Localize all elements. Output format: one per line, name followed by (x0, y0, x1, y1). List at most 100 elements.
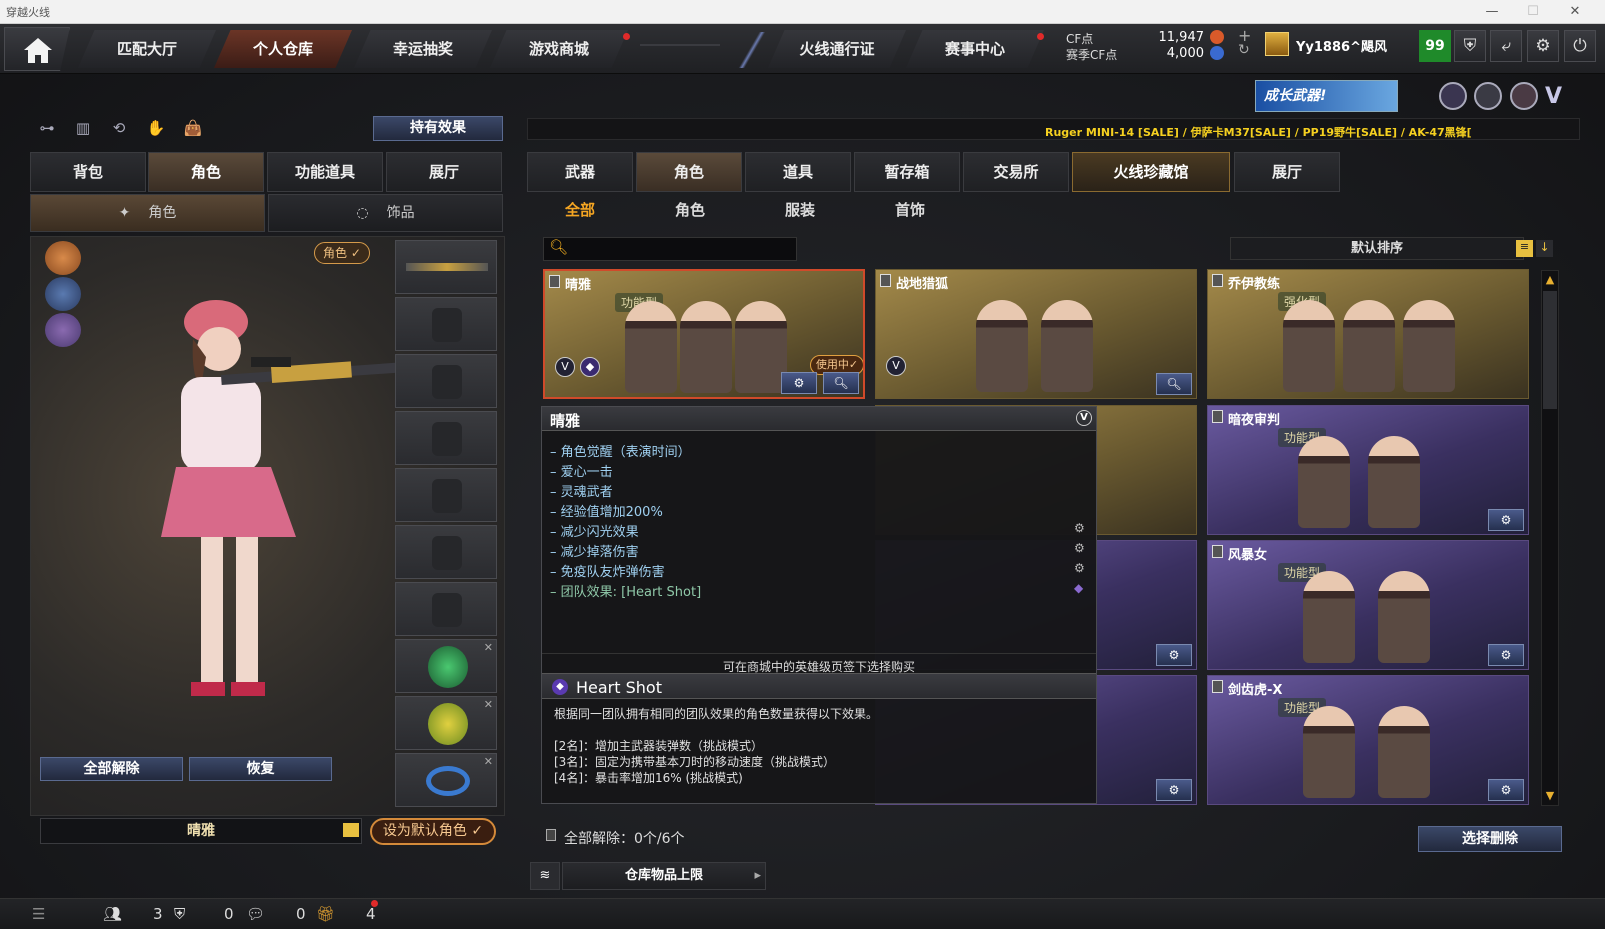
username[interactable]: Yy1886^飓风 (1296, 36, 1387, 55)
settings-gear-icon[interactable]: ⚙ (1527, 30, 1559, 62)
leg-slot[interactable] (395, 582, 497, 636)
left-tab-character[interactable]: 角色 (148, 152, 264, 192)
character-card-qingya[interactable]: 晴雅 功能型 V ◆ 使用中✓ ⚙ 🔍︎ (543, 269, 865, 399)
search-input[interactable] (570, 240, 790, 258)
scroll-down-icon[interactable]: ▼ (1542, 787, 1558, 805)
bag-icon[interactable]: 👜 (180, 115, 206, 141)
remove-icon[interactable]: ✕ (484, 698, 493, 711)
card-settings-icon[interactable]: ⚙ (1488, 644, 1524, 666)
search-box[interactable]: 🔍︎ (543, 237, 797, 261)
set-default-character-button[interactable]: 设为默认角色 ✓ (370, 818, 496, 845)
left-tab-function-items[interactable]: 功能道具 (267, 152, 383, 192)
menu-list-icon[interactable] (343, 823, 359, 837)
bookmark-icon[interactable] (1212, 680, 1223, 693)
select-delete-button[interactable]: 选择删除 (1418, 826, 1562, 852)
friends-icon[interactable]: 👥︎ (103, 905, 122, 923)
off-toggle-icon[interactable]: ⊶ (34, 115, 60, 141)
character-card-qiaoyi-jiaolian[interactable]: 乔伊教练 强化型 (1207, 269, 1529, 399)
right-tab-character[interactable]: 角色 (636, 152, 742, 192)
character-card-zhandi-liehu[interactable]: 战地猎狐 V 🔍︎ (875, 269, 1197, 399)
character-card-jianchihu-x[interactable]: 剑齿虎-X 功能型 ⚙ (1207, 675, 1529, 805)
refresh-icon[interactable]: ↻ (1238, 42, 1250, 58)
pose-icon[interactable]: ✋ (143, 115, 169, 141)
minimize-icon[interactable]: — (1477, 2, 1507, 22)
filter-jewelry[interactable]: 首饰 (860, 197, 960, 223)
scroll-up-icon[interactable]: ▲ (1542, 271, 1558, 289)
nav-tab-battle-pass[interactable]: 火线通行证 (768, 30, 906, 68)
right-tab-weapon[interactable]: 武器 (527, 152, 633, 192)
layers-icon[interactable]: ≋ (530, 862, 560, 890)
accessory-slot-2[interactable]: ✕ (395, 696, 497, 750)
v-emblem-icon[interactable] (1439, 82, 1467, 110)
card-settings-icon[interactable]: ⚙ (1488, 509, 1524, 531)
growth-weapon-banner[interactable]: 成长武器! (1255, 80, 1398, 112)
sort-dropdown[interactable]: 默认排序 (1230, 237, 1524, 260)
right-tab-showroom[interactable]: 展厅 (1234, 152, 1340, 192)
close-icon[interactable]: ✕ (1560, 2, 1590, 22)
weapon-emblem-icon[interactable] (1510, 82, 1538, 110)
vip-v-icon[interactable]: V (1545, 84, 1562, 109)
card-settings-icon[interactable]: ⚙ (1156, 779, 1192, 801)
maximize-icon[interactable]: ☐ (1518, 2, 1548, 22)
stats-icon[interactable]: ▥ (70, 115, 96, 141)
left-tab-backpack[interactable]: 背包 (30, 152, 146, 192)
menu-icon[interactable]: ☰ (32, 905, 45, 923)
level-badge[interactable]: 99 (1419, 30, 1451, 62)
bird-badge-icon[interactable] (45, 313, 81, 347)
remove-icon[interactable]: ✕ (484, 641, 493, 654)
right-tab-exchange[interactable]: 交易所 (963, 152, 1069, 192)
character-card-anye-shenpan[interactable]: 暗夜审判 功能型 ⚙ (1207, 405, 1529, 535)
face-slot[interactable] (395, 354, 497, 408)
nav-tab-lucky-draw[interactable]: 幸运抽奖 (354, 30, 492, 68)
right-tab-items[interactable]: 道具 (745, 152, 851, 192)
globe-emblem-icon[interactable] (1474, 82, 1502, 110)
back-slot[interactable] (395, 468, 497, 522)
clan-shield-icon[interactable]: ⛨ (174, 905, 185, 923)
role-badge[interactable]: 角色 ✓ (314, 242, 370, 264)
hand-slot[interactable] (395, 525, 497, 579)
card-settings-icon[interactable]: ⚙ (781, 372, 817, 394)
card-settings-icon[interactable]: ⚙ (1488, 779, 1524, 801)
bookmark-icon[interactable] (549, 275, 560, 288)
nav-tab-event-center[interactable]: 赛事中心 (906, 30, 1044, 68)
accessory-slot-3[interactable]: ✕ (395, 753, 497, 807)
card-list-scrollbar[interactable]: ▲ ▼ (1541, 270, 1559, 806)
rotate-icon[interactable]: ⟲ (106, 115, 132, 141)
weapon-slot[interactable] (395, 240, 497, 294)
bookmark-icon[interactable] (880, 274, 891, 287)
remove-icon[interactable]: ✕ (484, 755, 493, 768)
bookmark-icon[interactable] (1212, 274, 1223, 287)
card-zoom-icon[interactable]: 🔍︎ (823, 372, 859, 394)
wing-badge-icon[interactable] (45, 277, 81, 311)
character-name-field[interactable]: 晴雅 (40, 818, 362, 844)
nav-tab-match-lobby[interactable]: 匹配大厅 (78, 30, 216, 68)
left-tab-showroom[interactable]: 展厅 (386, 152, 502, 192)
power-icon[interactable]: ⏻ (1564, 30, 1596, 62)
list-view-icon[interactable]: ≡ (1516, 240, 1533, 257)
character-card-fengbao-nv[interactable]: 风暴女 功能型 ⚙ (1207, 540, 1529, 670)
right-tab-collection[interactable]: 火线珍藏馆 (1072, 152, 1230, 192)
scrollbar-thumb[interactable] (1543, 291, 1557, 409)
chat-icon[interactable]: 💬︎ (246, 905, 265, 923)
home-button[interactable] (4, 27, 70, 71)
bookmark-icon[interactable] (1212, 545, 1223, 558)
gift-icon[interactable]: 🎁︎ (316, 905, 335, 923)
head-slot[interactable] (395, 297, 497, 351)
nav-tab-game-mall[interactable]: 游戏商城 (490, 30, 628, 68)
hold-effect-button[interactable]: 持有效果 (373, 116, 503, 141)
filter-all[interactable]: 全部 (530, 197, 630, 223)
left-subtab-accessory[interactable]: ◌ 饰品 (268, 194, 503, 232)
wolf-badge-icon[interactable] (45, 241, 81, 275)
nav-tab-personal-storage[interactable]: 个人仓库 (214, 30, 352, 68)
storage-limit-button[interactable]: 仓库物品上限 ▸ (562, 862, 766, 890)
bookmark-icon[interactable] (1212, 410, 1223, 423)
filter-outfit[interactable]: 服装 (750, 197, 850, 223)
card-zoom-icon[interactable]: 🔍︎ (1156, 373, 1192, 395)
filter-character[interactable]: 角色 (640, 197, 740, 223)
restore-button[interactable]: 恢复 (189, 757, 332, 781)
sale-ticker[interactable]: Ruger MINI-14 [SALE] / 伊萨卡M37[SALE] / PP… (1045, 124, 1570, 140)
unequip-all-button[interactable]: 全部解除 (40, 757, 183, 781)
accessory-slot-1[interactable]: ✕ (395, 639, 497, 693)
shield-icon[interactable]: ⛨ (1454, 30, 1486, 62)
sort-direction-icon[interactable]: ↓ (1536, 240, 1553, 257)
